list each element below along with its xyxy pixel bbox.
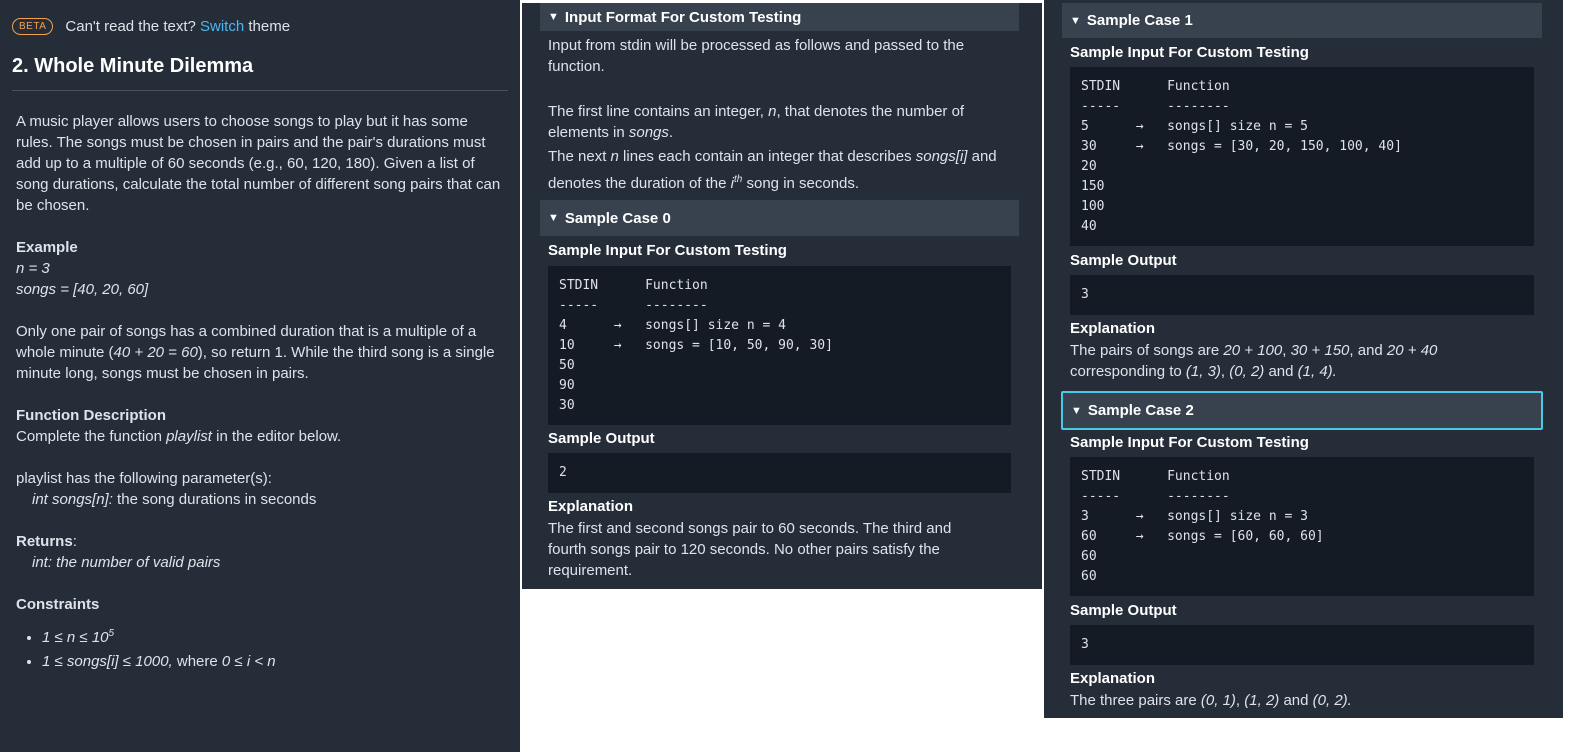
sample-case-2-accordion-header[interactable]: ▼ Sample Case 2	[1061, 391, 1543, 430]
input-format-line2: The first line contains an integer, n, t…	[548, 103, 965, 141]
input-format-accordion-header[interactable]: ▼ Input Format For Custom Testing	[540, 3, 1019, 31]
problem-title: 2. Whole Minute Dilemma	[12, 55, 508, 91]
sample-output-code: 3	[1070, 625, 1534, 665]
explanation-heading: Explanation	[1070, 670, 1156, 687]
accordion-title: Sample Case 0	[564, 209, 671, 227]
explanation-heading: Explanation	[1070, 320, 1156, 337]
sample-input-heading: Sample Input For Custom Testing	[1070, 44, 1309, 61]
theme-prefix: Can't read the text?	[65, 18, 196, 35]
theme-notice: BETA Can't read the text? Switch theme	[0, 12, 520, 35]
theme-suffix: theme	[248, 18, 291, 35]
triangle-down-icon: ▼	[548, 212, 559, 224]
constraints-list: 1 ≤ n ≤ 105 1 ≤ songs[i] ≤ 1000, where 0…	[16, 623, 504, 672]
example-n: n = 3	[16, 260, 50, 277]
sample-case-0-accordion-header[interactable]: ▼ Sample Case 0	[540, 200, 1019, 236]
beta-badge: BETA	[12, 18, 54, 35]
accordion-title: Input Format For Custom Testing	[564, 8, 802, 26]
sample-output-code: 3	[1070, 275, 1534, 315]
triangle-down-icon: ▼	[1071, 404, 1082, 417]
parameters-heading: playlist has the following parameter(s):	[16, 470, 272, 487]
sample-case-1-accordion-header[interactable]: ▼ Sample Case 1	[1062, 3, 1542, 38]
switch-theme-link[interactable]: Switch	[200, 18, 244, 35]
explanation-text: The three pairs are (0, 1), (1, 2) and (…	[1070, 692, 1352, 709]
constraints-heading: Constraints	[16, 596, 100, 613]
problem-body: A music player allows users to choose so…	[0, 91, 520, 672]
accordion-title: Sample Case 2	[1087, 402, 1194, 419]
sample-input-heading: Sample Input For Custom Testing	[1070, 434, 1309, 451]
input-format-panel: ▼ Input Format For Custom Testing Input …	[522, 3, 1042, 589]
triangle-down-icon: ▼	[548, 11, 559, 23]
problem-intro: A music player allows users to choose so…	[16, 113, 501, 214]
explanation-text: The first and second songs pair to 60 se…	[548, 520, 952, 579]
example-songs: songs = [40, 20, 60]	[16, 281, 149, 298]
sample-output-code: 2	[548, 453, 1011, 493]
accordion-title: Sample Case 1	[1086, 12, 1193, 29]
sample-input-code: STDIN Function ----- -------- 4 → songs[…	[548, 266, 1011, 425]
explanation-text: The pairs of songs are 20 + 100, 30 + 15…	[1070, 342, 1438, 380]
returns-heading: Returns:	[16, 533, 77, 550]
problem-statement-panel: BETA Can't read the text? Switch theme 2…	[0, 0, 520, 752]
constraint-item: 1 ≤ songs[i] ≤ 1000, where 0 ≤ i < n	[42, 651, 504, 672]
example-heading: Example	[16, 239, 78, 256]
sample-cases-panel: ▼ Sample Case 1 Sample Input For Custom …	[1044, 0, 1563, 718]
sample-output-heading: Sample Output	[1070, 602, 1177, 619]
function-description-heading: Function Description	[16, 407, 166, 424]
explanation-heading: Explanation	[548, 498, 634, 515]
parameter-item: int songs[n]: the song durations in seco…	[32, 491, 317, 508]
sample-output-heading: Sample Output	[1070, 252, 1177, 269]
sample-output-heading: Sample Output	[548, 430, 655, 447]
input-format-line3: The next n lines each contain an integer…	[548, 148, 997, 192]
constraint-item: 1 ≤ n ≤ 105	[42, 623, 504, 648]
triangle-down-icon: ▼	[1070, 14, 1081, 27]
sample-input-code: STDIN Function ----- -------- 3 → songs[…	[1070, 457, 1534, 596]
example-explanation: Only one pair of songs has a combined du…	[16, 323, 495, 382]
sample-input-heading: Sample Input For Custom Testing	[548, 242, 787, 259]
returns-text: int: the number of valid pairs	[32, 554, 221, 571]
function-description-text: Complete the function playlist in the ed…	[16, 428, 342, 445]
sample-input-code: STDIN Function ----- -------- 5 → songs[…	[1070, 67, 1534, 246]
input-format-line1: Input from stdin will be processed as fo…	[548, 37, 965, 75]
